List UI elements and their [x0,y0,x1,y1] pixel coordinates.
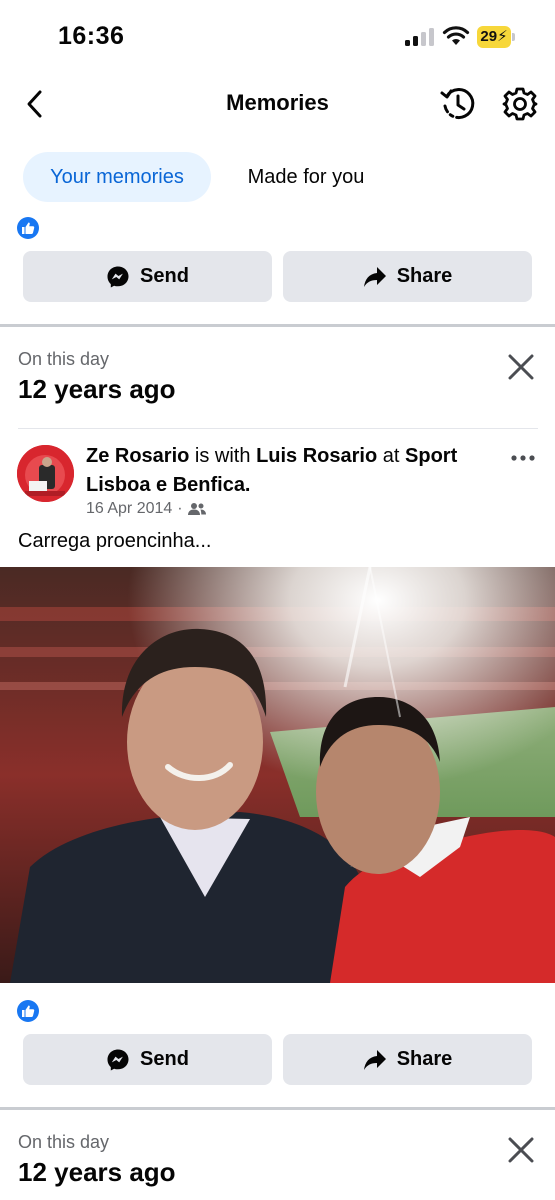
status-bar: 16:36 29⚡ [0,0,555,70]
post-date[interactable]: 16 Apr 2014 [86,500,172,518]
share-button[interactable]: Share [283,251,532,302]
send-button[interactable]: Send [23,1034,272,1085]
post-header: Ze Rosario is with Luis Rosario at Sport… [86,442,486,500]
like-reaction-icon [17,1000,39,1022]
author-name[interactable]: Ze Rosario [86,445,189,467]
history-icon [440,88,475,120]
signal-icon [405,28,435,46]
messenger-icon [107,266,129,287]
memory-title: 12 years ago [18,374,176,404]
tagged-person[interactable]: Luis Rosario [256,445,377,467]
dismiss-memory-button[interactable] [506,1135,536,1165]
share-label: Share [396,1048,453,1070]
tab-your-memories[interactable]: Your memories [23,152,211,202]
share-button[interactable]: Share [283,1034,532,1085]
card-divider [18,428,538,429]
section-divider [0,324,555,327]
messenger-icon [107,1049,129,1070]
history-button[interactable] [438,84,478,124]
tab-made-for-you[interactable]: Made for you [222,152,390,202]
like-reaction-icon [17,217,39,239]
memory-label: On this day [18,349,110,369]
memories-tabs: Your memories Made for you [0,152,555,204]
memory-label: On this day [18,1132,110,1152]
send-label: Send [140,265,189,287]
memory-title: 12 years ago [18,1157,176,1187]
share-arrow-icon [363,1049,386,1070]
settings-button[interactable] [500,84,540,124]
friends-icon [187,503,206,515]
close-icon [508,354,534,380]
post-at: at [382,445,400,467]
battery-level: 29 [480,28,498,45]
more-dots-icon [511,455,535,461]
send-label: Send [140,1048,189,1070]
post-connector: is with [194,445,251,467]
post-photo[interactable] [0,567,555,983]
status-time: 16:36 [58,22,125,50]
close-icon [508,1137,534,1163]
post-meta: 16 Apr 2014 · [86,500,206,518]
share-arrow-icon [363,266,386,287]
meta-separator: · [177,500,183,517]
author-avatar[interactable] [17,445,74,502]
battery-charging-icon: 29⚡ [477,26,515,48]
send-button[interactable]: Send [23,251,272,302]
more-options-button[interactable] [508,448,538,468]
settings-gear-icon [502,87,538,121]
share-label: Share [396,265,453,287]
wifi-icon [442,25,470,52]
post-caption: Carrega proencinha... [18,530,212,552]
dismiss-memory-button[interactable] [506,352,536,382]
top-navigation: Memories [0,70,555,140]
section-divider [0,1107,555,1110]
